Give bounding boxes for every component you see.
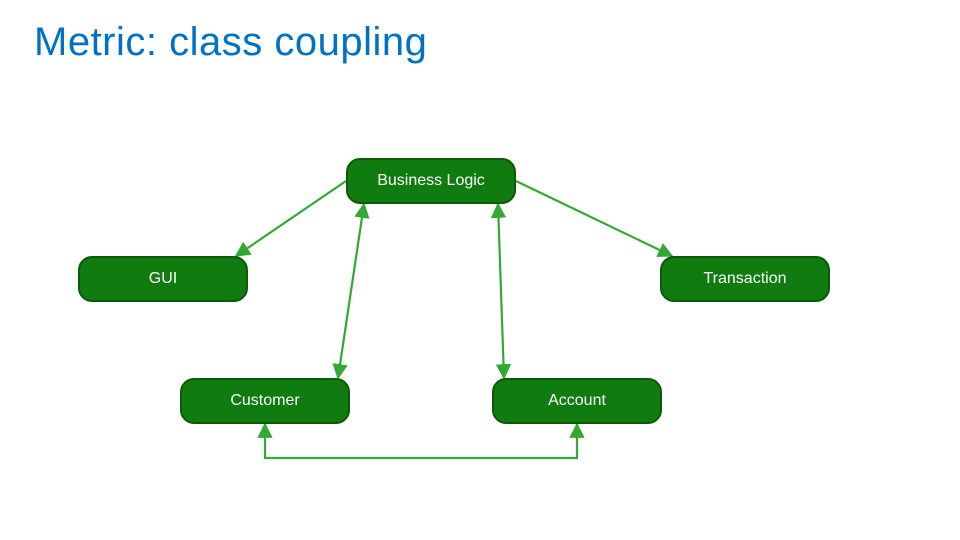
node-transaction: Transaction	[660, 256, 830, 302]
edge-customer-account	[265, 424, 577, 458]
edge-business_logic-customer	[338, 204, 364, 378]
node-account: Account	[492, 378, 662, 424]
edge-business_logic-gui	[236, 181, 346, 256]
edge-business_logic-transaction	[516, 181, 672, 256]
node-customer: Customer	[180, 378, 350, 424]
node-business-logic: Business Logic	[346, 158, 516, 204]
edge-business_logic-account	[498, 204, 504, 378]
page-title: Metric: class coupling	[34, 20, 427, 65]
node-gui: GUI	[78, 256, 248, 302]
